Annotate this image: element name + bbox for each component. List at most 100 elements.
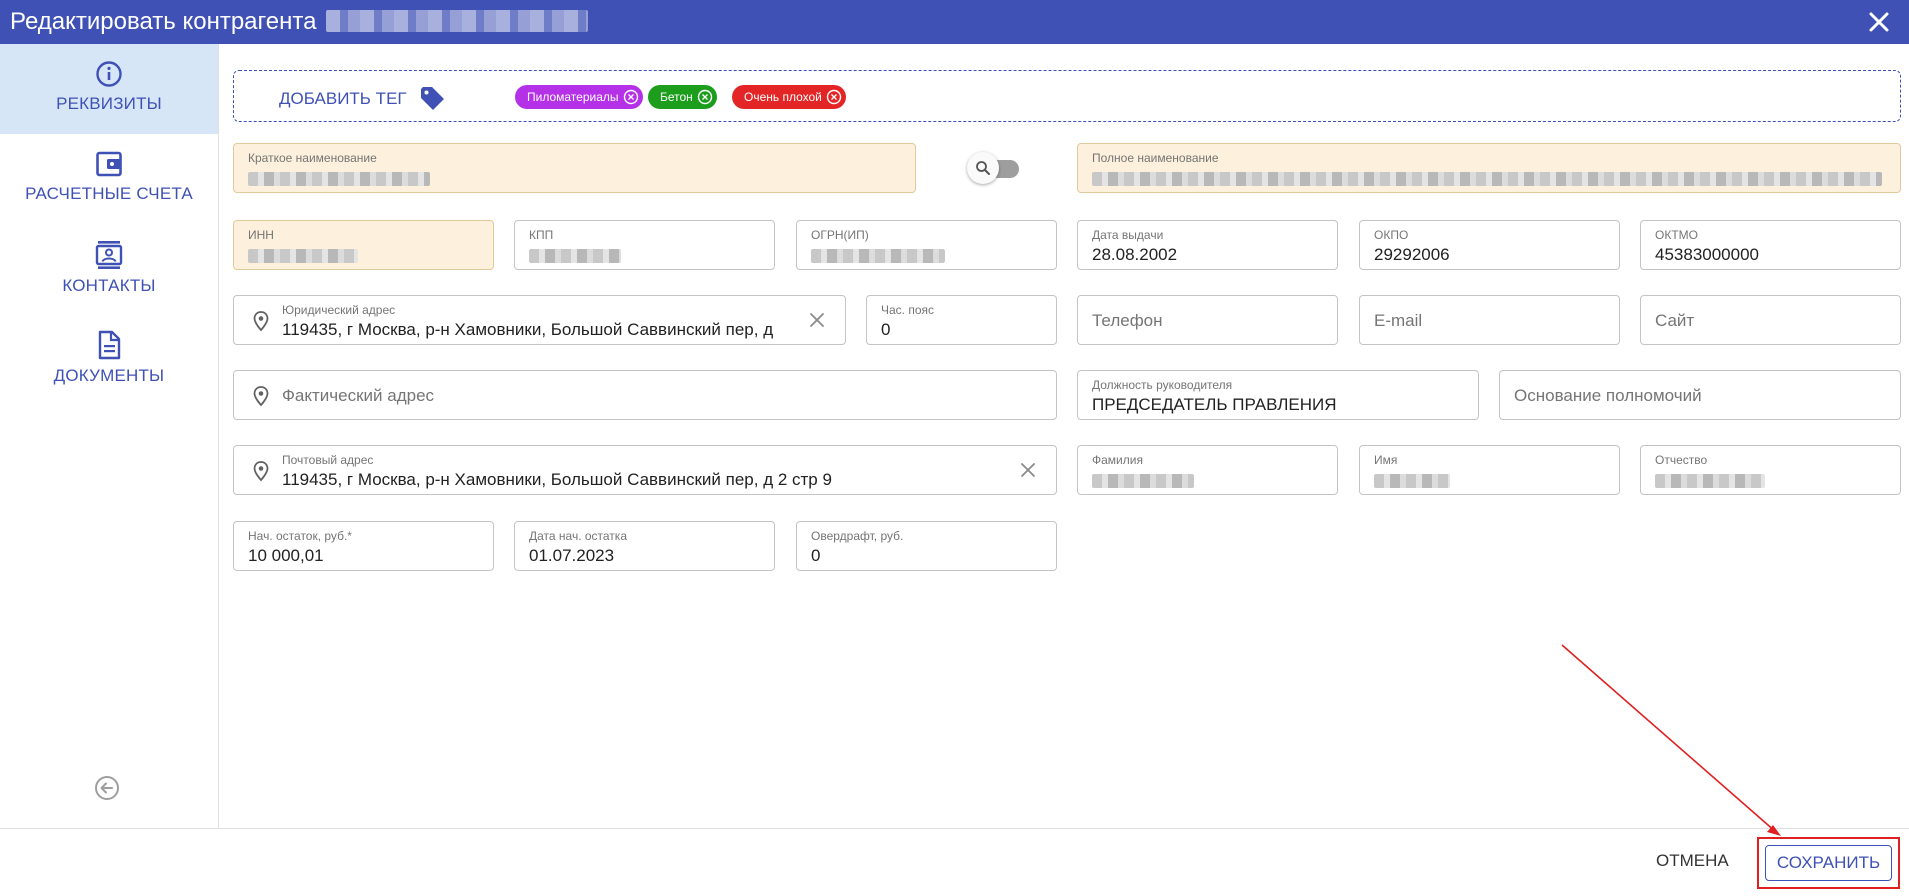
okpo-field[interactable]: ОКПО 29292006 xyxy=(1359,220,1620,270)
ogrn-value-redacted xyxy=(811,245,945,265)
clear-icon[interactable] xyxy=(1018,460,1038,480)
field-label: Овердрафт, руб. xyxy=(811,529,904,543)
cancel-button[interactable]: ОТМЕНА xyxy=(1656,851,1729,871)
field-value: 119435, г Москва, р-н Хамовники, Большой… xyxy=(282,470,832,489)
field-value: 45383000000 xyxy=(1655,245,1760,264)
close-icon[interactable] xyxy=(1865,8,1893,36)
document-icon xyxy=(98,330,121,360)
field-label: КПП xyxy=(529,228,554,242)
toggle-knob xyxy=(967,152,999,184)
sidebar-item-documents[interactable]: ДОКУМЕНТЫ xyxy=(0,314,218,404)
sidebar-item-contacts[interactable]: КОНТАКТЫ xyxy=(0,224,218,314)
sidebar-item-label: КОНТАКТЫ xyxy=(62,276,156,295)
ogrn-field[interactable]: ОГРН(ИП) xyxy=(796,220,1057,270)
field-value: 0 xyxy=(881,320,891,339)
field-label: Полное наименование xyxy=(1092,151,1219,165)
kpp-field[interactable]: КПП xyxy=(514,220,775,270)
field-placeholder: E-mail xyxy=(1374,311,1423,330)
first-name-field[interactable]: Имя xyxy=(1359,445,1620,495)
field-label: Час. пояс xyxy=(881,303,935,317)
opening-balance-field[interactable]: Нач. остаток, руб.* 10 000,01 xyxy=(233,521,494,571)
field-label: ОКТМО xyxy=(1655,228,1698,242)
field-value: 0 xyxy=(811,546,821,565)
middle-name-field[interactable]: Отчество xyxy=(1640,445,1901,495)
first-name-value-redacted xyxy=(1374,470,1450,490)
sidebar-item-requisites[interactable]: РЕКВИЗИТЫ xyxy=(0,44,218,134)
field-label: Краткое наименование xyxy=(248,151,377,165)
sidebar-item-label: РЕКВИЗИТЫ xyxy=(56,94,162,113)
wallet-icon xyxy=(96,151,122,177)
opening-balance-date-field[interactable]: Дата нач. остатка 01.07.2023 xyxy=(514,521,775,571)
field-label: ОГРН(ИП) xyxy=(811,228,869,242)
sidebar-item-bank-accounts[interactable]: РАСЧЕТНЫЕ СЧЕТА xyxy=(0,134,218,224)
timezone-field[interactable]: Час. пояс 0 xyxy=(866,295,1057,345)
remove-tag-icon[interactable] xyxy=(826,89,842,105)
tag-label: Бетон xyxy=(660,90,693,104)
remove-tag-icon[interactable] xyxy=(697,89,713,105)
email-field[interactable]: E-mail xyxy=(1359,295,1620,345)
field-value: 119435, г Москва, р-н Хамовники, Большой… xyxy=(282,320,774,339)
dialog-footer: ОТМЕНА СОХРАНИТЬ xyxy=(0,828,1909,896)
add-tag-label: ДОБАВИТЬ ТЕГ xyxy=(279,89,407,108)
legal-address-field[interactable]: Юридический адрес 119435, г Москва, р-н … xyxy=(233,295,846,345)
location-pin-icon xyxy=(253,311,269,332)
postal-address-field[interactable]: Почтовый адрес 119435, г Москва, р-н Хам… xyxy=(233,445,1057,495)
field-placeholder: Основание полномочий xyxy=(1514,386,1702,405)
field-label: ИНН xyxy=(248,228,274,242)
field-label: Дата нач. остатка xyxy=(529,529,627,543)
actual-address-field[interactable]: Фактический адрес xyxy=(233,370,1057,420)
info-icon xyxy=(96,61,122,87)
save-button-highlight-annotation xyxy=(1757,837,1900,889)
last-name-field[interactable]: Фамилия xyxy=(1077,445,1338,495)
short-name-field[interactable]: Краткое наименование xyxy=(233,143,916,193)
dialog-header: Редактировать контрагента xyxy=(0,0,1909,44)
clear-icon[interactable] xyxy=(807,310,827,330)
tag-label: Пиломатериалы xyxy=(527,90,619,104)
remove-tag-icon[interactable] xyxy=(623,89,639,105)
tag-chip[interactable]: Бетон xyxy=(648,85,717,109)
field-label: Фамилия xyxy=(1092,453,1143,467)
dialog-title: Редактировать контрагента xyxy=(10,8,589,35)
collapse-sidebar-icon[interactable] xyxy=(93,774,121,802)
field-label: Почтовый адрес xyxy=(282,453,374,467)
location-pin-icon xyxy=(253,386,269,407)
name-search-toggle[interactable] xyxy=(967,152,1025,184)
field-value: 01.07.2023 xyxy=(529,546,615,565)
add-tag-button[interactable]: ДОБАВИТЬ ТЕГ xyxy=(279,86,447,112)
inn-value-redacted xyxy=(248,245,358,265)
full-name-value-redacted xyxy=(1092,168,1882,188)
overdraft-field[interactable]: Овердрафт, руб. 0 xyxy=(796,521,1057,571)
last-name-value-redacted xyxy=(1092,470,1194,490)
field-placeholder: Телефон xyxy=(1092,311,1163,330)
short-name-value-redacted xyxy=(248,168,430,188)
tag-icon xyxy=(420,87,444,110)
inn-field[interactable]: ИНН xyxy=(233,220,494,270)
dialog-title-text: Редактировать контрагента xyxy=(10,8,317,35)
field-label: Нач. остаток, руб.* xyxy=(248,529,352,543)
issue-date-field[interactable]: Дата выдачи 28.08.2002 xyxy=(1077,220,1338,270)
field-value: 10 000,01 xyxy=(248,546,324,565)
field-label: Должность руководителя xyxy=(1092,378,1233,392)
sidebar-item-label: ДОКУМЕНТЫ xyxy=(53,366,165,385)
field-value: 29292006 xyxy=(1374,245,1450,264)
phone-field[interactable]: Телефон xyxy=(1077,295,1338,345)
tags-bar: ДОБАВИТЬ ТЕГ Пиломатериалы Бетон Очень п… xyxy=(233,70,1901,122)
head-position-field[interactable]: Должность руководителя ПРЕДСЕДАТЕЛЬ ПРАВ… xyxy=(1077,370,1479,420)
field-label: Юридический адрес xyxy=(282,303,396,317)
contact-card-icon xyxy=(95,241,123,269)
location-pin-icon xyxy=(253,461,269,482)
middle-name-value-redacted xyxy=(1655,470,1765,490)
full-name-field[interactable]: Полное наименование xyxy=(1077,143,1901,193)
site-field[interactable]: Сайт xyxy=(1640,295,1901,345)
field-label: Отчество xyxy=(1655,453,1708,467)
tag-chip[interactable]: Очень плохой xyxy=(732,85,846,109)
sidebar-item-label: РАСЧЕТНЫЕ СЧЕТА xyxy=(25,184,193,203)
field-label: Имя xyxy=(1374,453,1398,467)
kpp-value-redacted xyxy=(529,245,621,265)
tag-chip[interactable]: Пиломатериалы xyxy=(515,85,643,109)
field-value: ПРЕДСЕДАТЕЛЬ ПРАВЛЕНИЯ xyxy=(1092,395,1337,414)
field-label: ОКПО xyxy=(1374,228,1409,242)
main-content: ДОБАВИТЬ ТЕГ Пиломатериалы Бетон Очень п… xyxy=(220,44,1909,828)
oktmo-field[interactable]: ОКТМО 45383000000 xyxy=(1640,220,1901,270)
authority-basis-field[interactable]: Основание полномочий xyxy=(1499,370,1901,420)
